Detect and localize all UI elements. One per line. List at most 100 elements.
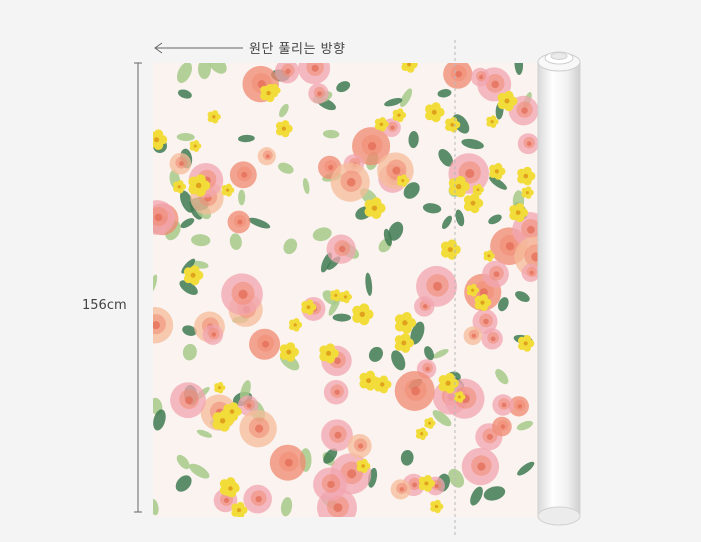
yellow-petal xyxy=(419,427,426,434)
rose-core xyxy=(285,68,291,74)
yellow-flower-center xyxy=(447,247,453,253)
yellow-flower-center xyxy=(293,323,297,327)
yellow-flower-center xyxy=(471,288,475,292)
yellow-petal xyxy=(265,84,275,93)
yellow-flower-center xyxy=(450,122,455,127)
yellow-flower-center xyxy=(407,63,412,67)
yellow-flower-center xyxy=(281,126,287,131)
yellow-flower-center xyxy=(193,144,197,148)
yellow-flower-center xyxy=(190,272,196,278)
yellow-petal xyxy=(523,166,532,176)
rose-core xyxy=(179,161,184,167)
yellow-flower-center xyxy=(219,418,226,424)
yellow-petal xyxy=(306,299,314,307)
yellow-flower-center xyxy=(476,188,480,192)
yellow-flower-center xyxy=(154,137,160,143)
rose-core xyxy=(334,389,340,395)
rose-core xyxy=(517,404,523,409)
yellow-petal xyxy=(476,184,482,190)
yellow-petal xyxy=(427,417,434,423)
yellow-flower-center xyxy=(343,295,348,299)
yellow-flower-center xyxy=(229,409,235,414)
rose-core xyxy=(334,431,342,439)
yellow-flower-center xyxy=(306,305,311,310)
fabric-diagram: 원단 풀리는 방향 156cm xyxy=(0,0,701,542)
rose-core xyxy=(455,70,462,78)
yellow-flower-center xyxy=(431,109,437,115)
rose-core xyxy=(284,458,293,467)
yellow-petal xyxy=(445,372,455,383)
rose-core xyxy=(346,177,356,187)
rose-core xyxy=(223,497,230,504)
yellow-petal xyxy=(177,180,184,187)
yellow-petal xyxy=(450,116,458,125)
yellow-flower-center xyxy=(212,115,216,119)
rose-core xyxy=(392,166,401,175)
rose-core xyxy=(255,495,262,503)
rose-core xyxy=(185,396,193,405)
rose-core xyxy=(434,483,439,489)
rose-core xyxy=(471,333,476,338)
arrow-left-icon xyxy=(154,42,243,54)
yellow-petal xyxy=(400,174,407,181)
rose-core xyxy=(399,487,404,492)
yellow-petal xyxy=(293,318,300,325)
yellow-flower-center xyxy=(424,481,429,486)
yellow-flower-center xyxy=(195,182,202,189)
yellow-flower-center xyxy=(504,98,510,104)
rose-core xyxy=(327,480,335,489)
yellow-petal xyxy=(401,311,412,323)
rose-core xyxy=(265,154,270,159)
rose-core xyxy=(311,64,319,72)
rose-core xyxy=(501,402,507,408)
yellow-flower-center xyxy=(334,293,338,297)
unroll-direction-label: 원단 풀리는 방향 xyxy=(249,42,346,57)
yellow-flower-center xyxy=(523,341,528,346)
yellow-petal xyxy=(457,391,464,397)
yellow-petal xyxy=(195,174,206,185)
yellow-petal xyxy=(408,63,413,64)
yellow-petal xyxy=(494,163,503,171)
yellow-petal xyxy=(525,186,532,193)
yellow-flower-center xyxy=(480,300,485,305)
yellow-flower-center xyxy=(397,113,401,117)
yellow-flower-center xyxy=(428,421,432,425)
yellow-petal xyxy=(227,479,237,488)
rose-core xyxy=(412,482,418,488)
yellow-petal xyxy=(225,183,232,190)
yellow-petal xyxy=(487,250,493,256)
yellow-petal xyxy=(515,202,525,212)
rose-core xyxy=(521,107,528,114)
rose-core xyxy=(390,125,395,130)
yellow-petal xyxy=(211,110,219,117)
rose-core xyxy=(465,169,475,178)
rose-core xyxy=(479,75,484,80)
rose-core xyxy=(490,336,496,342)
yellow-flower-center xyxy=(445,380,451,386)
rose-core xyxy=(411,386,421,396)
rose-core xyxy=(328,164,334,170)
yellow-petal xyxy=(431,102,441,112)
yellow-flower-center xyxy=(401,340,407,346)
rose-core xyxy=(241,171,248,178)
yellow-flower-center xyxy=(490,120,494,124)
yellow-flower-center xyxy=(456,183,462,190)
rose-core xyxy=(334,357,341,365)
yellow-flower-center xyxy=(266,90,271,96)
yellow-petal xyxy=(434,499,441,506)
yellow-petal xyxy=(490,115,497,122)
yellow-petal xyxy=(365,370,375,380)
rose-core xyxy=(367,141,377,151)
yellow-petal xyxy=(153,129,164,139)
yellow-petal xyxy=(217,381,224,388)
rose-core xyxy=(422,304,428,309)
yellow-flower-center xyxy=(402,320,408,326)
yellow-petal xyxy=(424,475,432,483)
yellow-flower-center xyxy=(359,311,366,318)
yellow-flower-center xyxy=(420,432,424,436)
yellow-flower-center xyxy=(326,350,332,356)
rose-core xyxy=(529,270,534,275)
yellow-petal xyxy=(359,303,370,314)
yellow-petal xyxy=(361,458,368,466)
yellow-flower-center xyxy=(371,205,378,211)
